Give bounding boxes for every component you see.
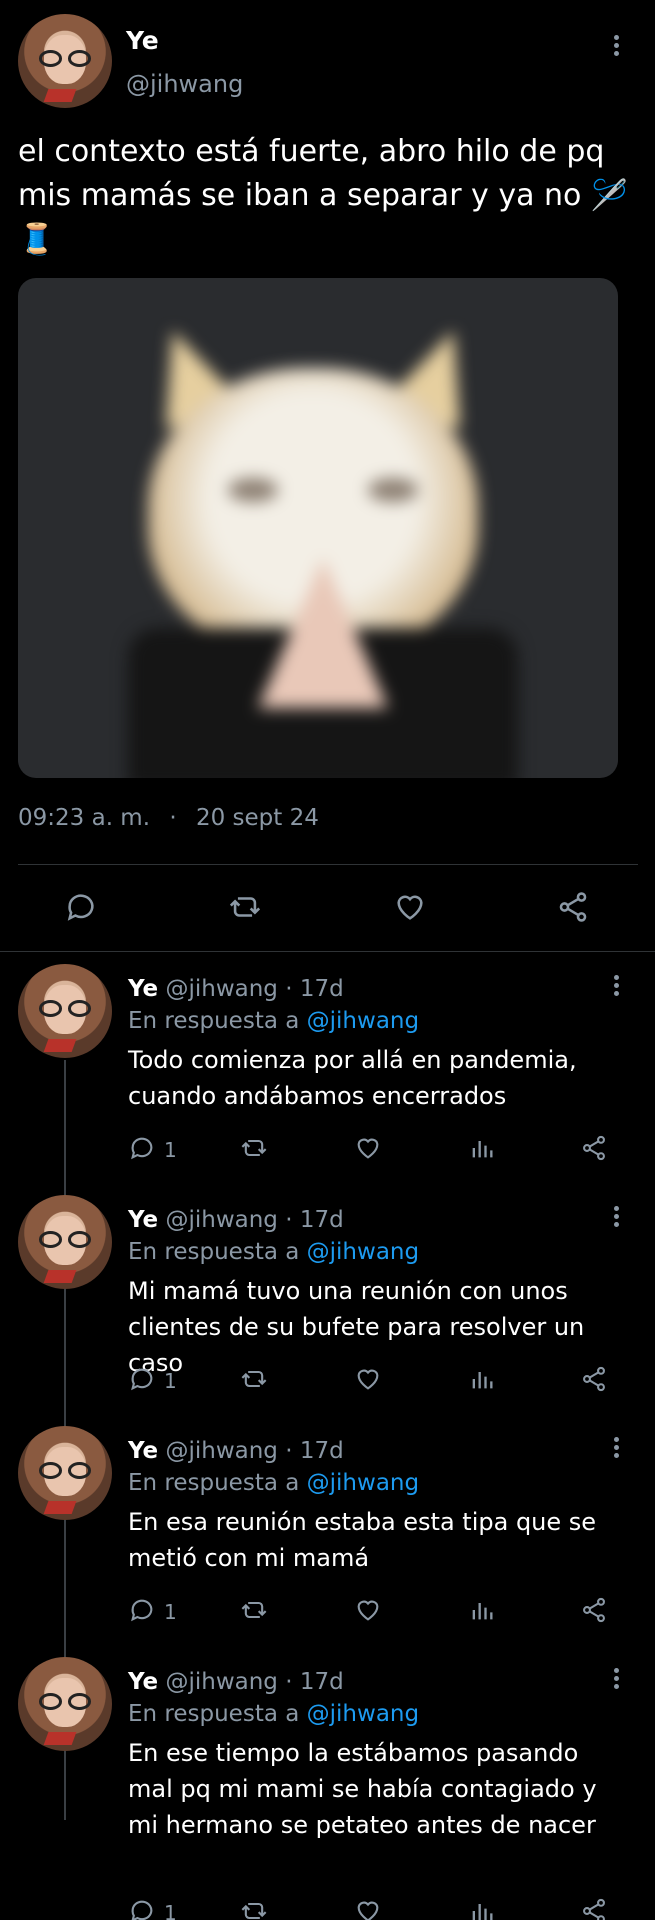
comment-icon[interactable] bbox=[128, 1365, 156, 1393]
heart-icon[interactable] bbox=[354, 1365, 382, 1393]
mention-link[interactable]: @jihwang bbox=[307, 1470, 419, 1496]
comment-icon[interactable] bbox=[128, 1596, 156, 1624]
in-reply-to: En respuesta a @jihwang bbox=[128, 1239, 419, 1265]
divider bbox=[18, 864, 638, 865]
mention-link[interactable]: @jihwang bbox=[307, 1008, 419, 1034]
reply-count: 1 bbox=[164, 1369, 177, 1393]
reply-age: 17d bbox=[299, 1207, 344, 1233]
reply-count: 1 bbox=[164, 1138, 177, 1162]
tweet-timestamp[interactable]: 09:23 a. m. · 20 sept 24 bbox=[18, 805, 319, 831]
reply-count: 1 bbox=[164, 1901, 177, 1920]
divider bbox=[0, 951, 655, 952]
share-icon[interactable] bbox=[580, 1134, 608, 1162]
reply-tweet[interactable]: Ye @jihwang · 17d En respuesta a @jihwan… bbox=[0, 1655, 655, 1920]
retweet-icon[interactable] bbox=[240, 1596, 268, 1624]
comment-icon[interactable] bbox=[64, 890, 98, 924]
reply-tweet[interactable]: Ye @jihwang · 17d En respuesta a @jihwan… bbox=[0, 1193, 655, 1425]
mention-link[interactable]: @jihwang bbox=[307, 1239, 419, 1265]
display-name[interactable]: Ye bbox=[128, 1438, 158, 1464]
retweet-icon[interactable] bbox=[240, 1134, 268, 1162]
in-reply-to: En respuesta a @jihwang bbox=[128, 1701, 419, 1727]
avatar[interactable] bbox=[18, 14, 112, 108]
display-name[interactable]: Ye bbox=[128, 1669, 158, 1695]
main-tweet: Ye @jihwang el contexto está fuerte, abr… bbox=[0, 0, 655, 952]
reply-age: 17d bbox=[299, 1438, 344, 1464]
reply-actions: 1 bbox=[128, 1134, 628, 1166]
handle[interactable]: @jihwang bbox=[165, 1669, 277, 1695]
reply-text: En ese tiempo la estábamos pasando mal p… bbox=[128, 1739, 597, 1839]
retweet-icon[interactable] bbox=[240, 1365, 268, 1393]
tweet-time: 09:23 a. m. bbox=[18, 805, 151, 831]
views-icon[interactable] bbox=[468, 1365, 496, 1393]
reply-tweet[interactable]: Ye @jihwang · 17d En respuesta a @jihwan… bbox=[0, 962, 655, 1194]
retweet-icon[interactable] bbox=[226, 890, 264, 924]
share-icon[interactable] bbox=[580, 1365, 608, 1393]
reply-age: 17d bbox=[299, 1669, 344, 1695]
share-icon[interactable] bbox=[580, 1897, 608, 1920]
reply-actions: 1 bbox=[128, 1365, 628, 1397]
heart-icon[interactable] bbox=[354, 1134, 382, 1162]
reply-header: Ye @jihwang · 17d bbox=[128, 976, 344, 1002]
reply-tweet[interactable]: Ye @jihwang · 17d En respuesta a @jihwan… bbox=[0, 1424, 655, 1656]
avatar[interactable] bbox=[18, 1657, 112, 1751]
mention-link[interactable]: @jihwang bbox=[307, 1701, 419, 1727]
tweet-image[interactable] bbox=[18, 278, 618, 778]
reply-header: Ye @jihwang · 17d bbox=[128, 1207, 344, 1233]
separator-dot: · bbox=[285, 1438, 293, 1464]
reply-text: Todo comienza por allá en pandemia, cuan… bbox=[128, 1046, 577, 1110]
avatar[interactable] bbox=[18, 1426, 112, 1520]
separator-dot: · bbox=[285, 976, 293, 1002]
more-options-icon[interactable] bbox=[606, 32, 626, 59]
comment-icon[interactable] bbox=[128, 1134, 156, 1162]
tweet-actions bbox=[0, 880, 655, 936]
more-options-icon[interactable] bbox=[606, 1203, 626, 1230]
in-reply-to: En respuesta a @jihwang bbox=[128, 1008, 419, 1034]
separator-dot: · bbox=[169, 805, 177, 831]
more-options-icon[interactable] bbox=[606, 972, 626, 999]
reply-age: 17d bbox=[299, 976, 344, 1002]
avatar[interactable] bbox=[18, 1195, 112, 1289]
tweet-text: el contexto está fuerte, abro hilo de pq… bbox=[18, 134, 629, 257]
views-icon[interactable] bbox=[468, 1596, 496, 1624]
reply-header: Ye @jihwang · 17d bbox=[128, 1669, 344, 1695]
more-options-icon[interactable] bbox=[606, 1665, 626, 1692]
display-name[interactable]: Ye bbox=[128, 1207, 158, 1233]
in-reply-prefix: En respuesta a bbox=[128, 1470, 300, 1496]
share-icon[interactable] bbox=[580, 1596, 608, 1624]
heart-icon[interactable] bbox=[354, 1897, 382, 1920]
more-options-icon[interactable] bbox=[606, 1434, 626, 1461]
in-reply-prefix: En respuesta a bbox=[128, 1239, 300, 1265]
handle[interactable]: @jihwang bbox=[165, 1438, 277, 1464]
reply-count: 1 bbox=[164, 1600, 177, 1624]
reply-header: Ye @jihwang · 17d bbox=[128, 1438, 344, 1464]
views-icon[interactable] bbox=[468, 1897, 496, 1920]
reply-actions: 1 bbox=[128, 1897, 628, 1920]
handle[interactable]: @jihwang bbox=[165, 976, 277, 1002]
retweet-icon[interactable] bbox=[240, 1897, 268, 1920]
views-icon[interactable] bbox=[468, 1134, 496, 1162]
heart-icon[interactable] bbox=[392, 890, 428, 924]
separator-dot: · bbox=[285, 1669, 293, 1695]
reply-actions: 1 bbox=[128, 1596, 628, 1628]
avatar[interactable] bbox=[18, 964, 112, 1058]
reply-text: En esa reunión estaba esta tipa que se m… bbox=[128, 1508, 597, 1572]
comment-icon[interactable] bbox=[128, 1897, 156, 1920]
in-reply-prefix: En respuesta a bbox=[128, 1008, 300, 1034]
heart-icon[interactable] bbox=[354, 1596, 382, 1624]
share-icon[interactable] bbox=[556, 890, 590, 924]
in-reply-prefix: En respuesta a bbox=[128, 1701, 300, 1727]
handle[interactable]: @jihwang bbox=[126, 70, 243, 98]
tweet-date: 20 sept 24 bbox=[195, 805, 319, 831]
display-name[interactable]: Ye bbox=[126, 26, 159, 55]
handle[interactable]: @jihwang bbox=[165, 1207, 277, 1233]
separator-dot: · bbox=[285, 1207, 293, 1233]
display-name[interactable]: Ye bbox=[128, 976, 158, 1002]
in-reply-to: En respuesta a @jihwang bbox=[128, 1470, 419, 1496]
